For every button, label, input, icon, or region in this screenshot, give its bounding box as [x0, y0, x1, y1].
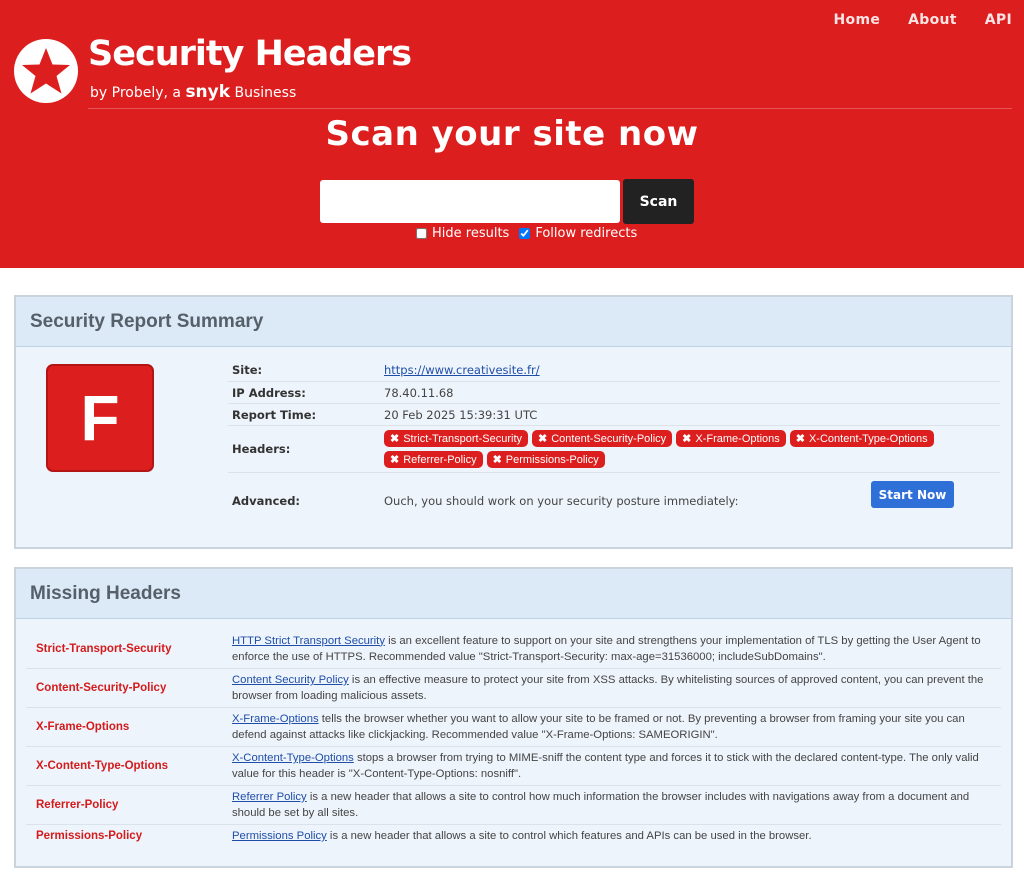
follow-redirects-option[interactable]: Follow redirects	[519, 226, 637, 241]
header-badge: ✖ X-Frame-Options	[676, 430, 786, 447]
follow-redirects-label: Follow redirects	[535, 226, 638, 241]
advanced-text: Ouch, you should work on your security p…	[384, 494, 739, 508]
brand-sub-prefix: by Probely, a	[90, 85, 186, 101]
url-input[interactable]	[320, 180, 620, 223]
missing-header-row: Content-Security-Policy Content Security …	[26, 669, 1001, 708]
advanced-row: Advanced: Ouch, you should work on your …	[228, 473, 1000, 529]
summary-heading: Security Report Summary	[30, 310, 264, 332]
missing-header-description: Content Security Policy is an effective …	[232, 669, 1001, 707]
summary-table: Site: https://www.creativesite.fr/ IP Ad…	[228, 358, 1000, 529]
missing-header-name: X-Frame-Options	[36, 721, 130, 733]
missing-header-doc-link[interactable]: X-Frame-Options	[232, 713, 319, 725]
missing-header-description: X-Content-Type-Options stops a browser f…	[232, 747, 1001, 785]
site-label: Site:	[232, 362, 263, 377]
x-icon: ✖	[682, 433, 692, 445]
report-time-value: 20 Feb 2025 15:39:31 UTC	[384, 407, 538, 422]
header-banner: Home About API Security Headers by Probe…	[0, 0, 1024, 268]
report-time-row: Report Time: 20 Feb 2025 15:39:31 UTC	[228, 404, 1000, 426]
nav-about-link[interactable]: About	[908, 12, 957, 28]
scan-options: Hide results Follow redirects	[416, 226, 643, 241]
x-icon: ✖	[390, 433, 400, 445]
summary-header: Security Report Summary	[16, 297, 1011, 347]
missing-header-text: is a new header that allows a site to co…	[232, 791, 970, 819]
missing-header-description: X-Frame-Options tells the browser whethe…	[232, 708, 1001, 746]
x-icon: ✖	[538, 433, 548, 445]
site-row: Site: https://www.creativesite.fr/	[228, 358, 1000, 382]
missing-heading: Missing Headers	[30, 582, 181, 604]
site-link[interactable]: https://www.creativesite.fr/	[384, 363, 540, 377]
x-icon: ✖	[390, 454, 400, 466]
x-icon: ✖	[795, 433, 805, 445]
missing-header-name: Referrer-Policy	[36, 799, 119, 811]
scan-button[interactable]: Scan	[623, 179, 694, 224]
nav-home-link[interactable]: Home	[834, 12, 881, 28]
missing-header-text: tells the browser whether you want to al…	[232, 713, 965, 741]
hide-results-label: Hide results	[432, 226, 510, 241]
header-badge-label: Strict-Transport-Security	[403, 433, 523, 445]
header-badge-label: Permissions-Policy	[505, 454, 599, 466]
missing-header-badges: ✖ Strict-Transport-Security ✖ Content-Secur…	[384, 430, 944, 468]
missing-header-row: Permissions-Policy Permissions Policy is …	[26, 825, 1001, 847]
x-icon: ✖	[492, 454, 502, 466]
header-badge-label: X-Content-Type-Options	[808, 433, 928, 445]
missing-header-description: Permissions Policy is a new header that …	[232, 825, 1001, 847]
missing-header-doc-link[interactable]: Referrer Policy	[232, 791, 307, 803]
header-badge-label: X-Frame-Options	[695, 433, 780, 445]
report-time-label: Report Time:	[232, 407, 317, 422]
missing-headers-panel: Missing Headers Strict-Transport-Securit…	[14, 567, 1013, 868]
snyk-logo: snyk	[185, 82, 231, 102]
header-badge: ✖ Strict-Transport-Security	[384, 430, 529, 447]
brand-subtitle: by Probely, a snyk Business	[90, 82, 296, 102]
missing-header-description: HTTP Strict Transport Security is an exc…	[232, 630, 1001, 668]
brand-title[interactable]: Security Headers	[88, 34, 412, 74]
header-badge: ✖ Referrer-Policy	[384, 451, 483, 468]
top-nav: Home About API	[834, 12, 1012, 28]
missing-header-row: Referrer-Policy Referrer Policy is a new …	[26, 786, 1001, 825]
missing-header-description: Referrer Policy is a new header that all…	[232, 786, 1001, 824]
start-now-button[interactable]: Start Now	[871, 481, 954, 508]
hide-results-option[interactable]: Hide results	[416, 226, 509, 241]
ip-value: 78.40.11.68	[384, 385, 454, 400]
missing-header-doc-link[interactable]: HTTP Strict Transport Security	[232, 635, 385, 647]
missing-header-name: Content-Security-Policy	[36, 682, 167, 694]
header-badge: ✖ X-Content-Type-Options	[789, 430, 934, 447]
brand-sub-suffix: Business	[230, 85, 297, 101]
logo-star-icon[interactable]	[14, 39, 78, 103]
missing-header-row: Strict-Transport-Security HTTP Strict Tra…	[26, 629, 1001, 669]
missing-header-name: Strict-Transport-Security	[36, 642, 172, 655]
missing-header-name: Permissions-Policy	[36, 830, 143, 842]
hide-results-checkbox[interactable]	[416, 228, 427, 239]
missing-header-text: is a new header that allows a site to co…	[326, 830, 812, 842]
headers-label: Headers:	[232, 442, 291, 456]
missing-header: Missing Headers	[16, 569, 1011, 619]
missing-header-row: X-Content-Type-Options X-Content-Type-Opt…	[26, 747, 1001, 786]
missing-headers-table: Strict-Transport-Security HTTP Strict Tra…	[26, 629, 1001, 847]
missing-header-doc-link[interactable]: Content Security Policy	[232, 674, 349, 686]
scan-title: Scan your site now	[325, 114, 699, 154]
security-report-summary-panel: Security Report Summary F Site: https://…	[14, 295, 1013, 549]
ip-label: IP Address:	[232, 385, 306, 400]
header-badge: ✖ Permissions-Policy	[486, 451, 605, 468]
advanced-label: Advanced:	[232, 494, 301, 508]
ip-row: IP Address: 78.40.11.68	[228, 382, 1000, 404]
missing-header-row: X-Frame-Options X-Frame-Options tells the…	[26, 708, 1001, 747]
nav-api-link[interactable]: API	[985, 12, 1012, 28]
headers-row: Headers: ✖ Strict-Transport-Security ✖ Cont…	[228, 426, 1000, 473]
missing-header-doc-link[interactable]: X-Content-Type-Options	[232, 752, 354, 764]
header-badge: ✖ Content-Security-Policy	[532, 430, 673, 447]
header-divider	[88, 108, 1012, 109]
header-badge-label: Content-Security-Policy	[551, 433, 667, 445]
follow-redirects-checkbox[interactable]	[519, 228, 531, 239]
header-badge-label: Referrer-Policy	[403, 454, 477, 466]
missing-header-doc-link[interactable]: Permissions Policy	[232, 830, 327, 842]
missing-header-name: X-Content-Type-Options	[36, 760, 169, 772]
grade-badge: F	[46, 364, 154, 472]
